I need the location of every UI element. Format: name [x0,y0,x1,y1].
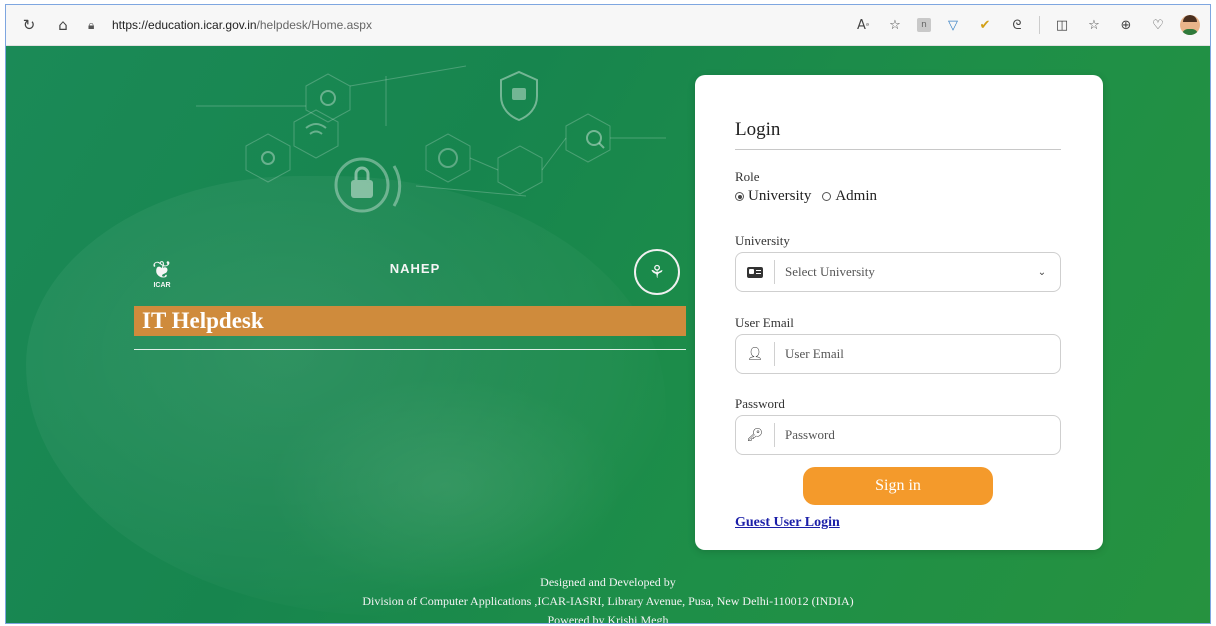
login-divider [735,149,1061,150]
user-icon: 👤︎ [736,342,775,366]
guest-login-link[interactable]: Guest User Login [735,515,840,531]
chevron-down-icon: ⌄ [1037,266,1047,278]
browser-tools: Aᵃ ☆ n ▽ ✔ ᘓ ◫ ☆ ⊕ ♡ [853,5,1200,45]
refresh-icon[interactable]: ↻ [18,14,40,36]
profile-avatar[interactable] [1180,15,1200,35]
role-admin-label[interactable]: Admin [835,188,877,205]
url-host: https://education.icar.gov.in [112,18,257,32]
check-extension-icon[interactable]: ✔ [975,15,995,35]
favorites-icon[interactable]: ☆ [1084,15,1104,35]
role-radio-group: University Admin [735,188,877,205]
lock-icon: 🔒︎ [88,17,95,32]
read-aloud-icon[interactable]: Aᵃ [853,15,873,35]
url-path: /helpdesk/Home.aspx [256,18,372,32]
footer-division: Division of Computer Applications ,ICAR-… [362,594,854,608]
browser-toolbar: ↻ ⌂ 🔒︎ https://education.icar.gov.in/hel… [6,5,1210,46]
banner-title: IT Helpdesk [142,308,264,333]
role-university-label[interactable]: University [748,188,811,205]
browser-window: ↻ ⌂ 🔒︎ https://education.icar.gov.in/hel… [5,4,1211,624]
password-placeholder: Password [785,427,835,442]
shield-extension-icon[interactable]: ▽ [943,15,963,35]
university-select[interactable]: Select University ⌄ [735,252,1061,292]
email-placeholder: User Email [785,346,844,361]
favorite-star-icon[interactable]: ☆ [885,15,905,35]
icar-logo-text: ICAR [153,281,171,289]
role-university-radio[interactable] [735,192,744,201]
role-label: Role [735,169,760,184]
health-icon[interactable]: ♡ [1148,15,1168,35]
university-label: University [735,233,790,248]
sign-in-button[interactable]: Sign in [803,467,993,505]
password-label: Password [735,396,785,411]
nahep-logo-text: NAHEP [389,260,441,276]
toolbar-divider [1039,16,1040,34]
footer-designed-by: Designed and Developed by [540,575,676,589]
footer-powered-by: Powered by Krishi Megh [547,613,669,624]
nahep-logo: NAHEP [380,256,450,280]
split-screen-icon[interactable]: ◫ [1052,15,1072,35]
collections-icon[interactable]: ⊕ [1116,15,1136,35]
email-label: User Email [735,315,794,330]
home-icon[interactable]: ⌂ [52,14,74,36]
extension-n-icon[interactable]: n [917,18,931,32]
background-laptop-glow [266,376,626,596]
wheat-icon: ❦ [151,255,173,284]
it-helpdesk-banner: IT Helpdesk [134,306,686,336]
password-field[interactable]: 🔑︎ Password [735,415,1061,455]
id-card-icon [736,260,775,284]
university-seal-logo: ⚘ [634,249,680,295]
helpdesk-page: ❦ ICAR NAHEP ⚘ IT Helpdesk Login Role Un… [6,46,1210,624]
university-select-value: Select University [785,264,875,279]
login-card: Login Role University Admin University S… [695,75,1103,550]
address-bar[interactable]: 🔒︎ https://education.icar.gov.in/helpdes… [88,13,388,37]
banner-divider [134,349,686,350]
security-network-graphic [196,65,666,213]
key-icon: 🔑︎ [736,423,775,447]
login-title: Login [735,119,781,140]
icar-logo: ❦ ICAR [144,251,180,295]
email-field[interactable]: 👤︎ User Email [735,334,1061,374]
role-admin-radio[interactable] [822,192,832,201]
copilot-icon[interactable]: ᘓ [1007,15,1027,35]
